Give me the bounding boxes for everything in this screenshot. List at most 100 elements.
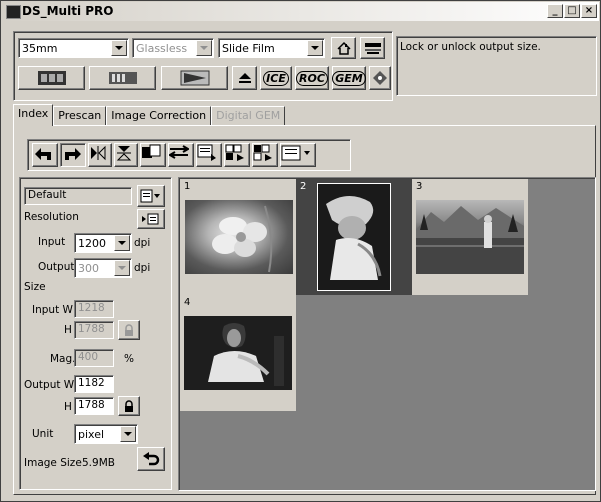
lock-icon [125,324,133,336]
input-resolution-value: 1200 [78,237,106,250]
output-width-label: Output W [24,379,75,391]
frame-settings-icon [197,144,216,161]
image-size-value: 5.9MB [82,457,115,469]
scan-button[interactable] [161,66,228,90]
input-height-field: 1788 [74,321,114,339]
thumbnail-image-1 [185,200,293,274]
rotate-left-icon [35,148,51,160]
ice-label: ICE [263,70,289,86]
roc-button[interactable]: ROC [295,66,329,90]
gem-button[interactable]: GEM [332,66,366,90]
film-format-value: 35mm [22,42,58,55]
chevron-down-icon [114,260,130,276]
window-title: DS_Multi PRO [22,4,114,18]
swap-arrows-icon [168,145,190,159]
select-all-button[interactable] [140,143,166,167]
holder-select: Glassless [132,38,214,58]
input-resolution-select[interactable]: 1200 [74,233,132,253]
flip-horizontal-button[interactable] [88,143,112,167]
title-bar[interactable]: DS_Multi PRO _ □ × [2,2,599,21]
unit-select[interactable]: pixel [74,424,138,444]
film-type-value: Slide Film [222,42,275,55]
app-icon [6,5,21,19]
frame-number: 3 [416,181,423,192]
app-window: DS_Multi PRO _ □ × 35mm Glassless Slide … [0,0,601,502]
apply-settings-button[interactable] [224,143,250,167]
minimize-button[interactable]: _ [547,4,563,18]
help-diamond-icon [373,71,387,85]
reset-button[interactable] [137,447,165,471]
output-size-lock-button[interactable] [118,396,140,416]
magnification-label: Mag. [50,353,76,365]
eject-icon [238,73,251,83]
chevron-down-icon [196,40,212,56]
swap-button[interactable] [168,143,194,167]
rotate-right-button[interactable] [60,143,86,167]
output-width-field[interactable]: 1182 [74,375,114,393]
index-toolbar [27,139,351,171]
input-resolution-label: Input [38,236,66,248]
output-resolution-label: Output [38,261,75,273]
tab-digital-gem: Digital GEM [211,106,286,125]
tab-image-correction[interactable]: Image Correction [106,106,212,125]
view-options-button[interactable] [280,143,316,167]
chevron-down-icon[interactable] [120,426,136,442]
frame-number: 1 [184,181,191,192]
magnification-field: 400 [74,349,114,367]
input-width-field: 1218 [74,300,114,318]
size-label: Size [24,281,46,293]
preset-menu-icon [140,189,160,203]
thumbnail-image-2 [317,183,391,291]
thumbnail-area: 1 2 3 4 [178,177,596,491]
ice-button[interactable]: ICE [260,66,292,90]
chevron-down-icon[interactable] [111,40,127,56]
output-height-label: H [64,401,72,413]
flip-vertical-button[interactable] [114,143,138,167]
index-scan-button[interactable] [18,66,85,90]
play-scan-icon [180,70,209,86]
scanner-icon [364,43,381,54]
rotate-left-button[interactable] [32,143,58,167]
prescan-button[interactable] [89,66,156,90]
preferences-button[interactable] [331,37,356,59]
unit-label: Unit [32,428,54,440]
magnification-unit: % [124,353,134,365]
select-frames-icon [142,144,161,158]
status-message: Lock or unlock output size. [400,41,541,53]
input-resolution-unit: dpi [134,237,151,249]
output-height-field[interactable]: 1788 [74,397,114,415]
close-button[interactable]: × [581,4,597,18]
output-resolution-unit: dpi [134,262,151,274]
input-height-label: H [64,324,72,336]
tab-prescan[interactable]: Prescan [53,106,107,125]
settings-panel: Default Resolution Input 1200 dpi Output… [19,177,172,490]
chevron-down-icon[interactable] [114,235,130,251]
presets-list-icon [142,213,159,225]
thumbnail-cell-1[interactable]: 1 [180,179,296,295]
film-format-select[interactable]: 35mm [18,38,129,58]
tab-index[interactable]: Index [13,104,54,126]
help-button[interactable] [369,66,391,90]
lock-icon [125,400,133,412]
tab-bar: Index Prescan Image Correction Digital G… [13,104,286,126]
film-type-select[interactable]: Slide Film [218,38,325,58]
chevron-down-icon[interactable] [307,40,323,56]
frame-number: 2 [300,181,307,192]
maximize-button[interactable]: □ [564,4,580,18]
thumbnail-cell-4[interactable]: 4 [180,295,296,411]
preset-name-field[interactable]: Default [24,187,132,205]
output-resolution-select: 300 [74,258,132,278]
thumbnail-cell-2[interactable]: 2 [296,179,412,295]
film-strip-icon [37,71,66,85]
input-width-label: Input W [32,304,73,316]
resolution-presets-button[interactable] [137,209,165,229]
flip-vertical-icon [116,146,132,161]
roc-label: ROC [296,70,328,86]
scanner-settings-button[interactable] [360,37,385,59]
thumbnail-cell-3[interactable]: 3 [412,179,528,295]
frame-settings-button[interactable] [196,143,222,167]
prescan-icon [108,72,137,84]
eject-button[interactable] [232,66,257,90]
preset-menu-button[interactable] [137,185,165,207]
batch-apply-button[interactable] [252,143,278,167]
